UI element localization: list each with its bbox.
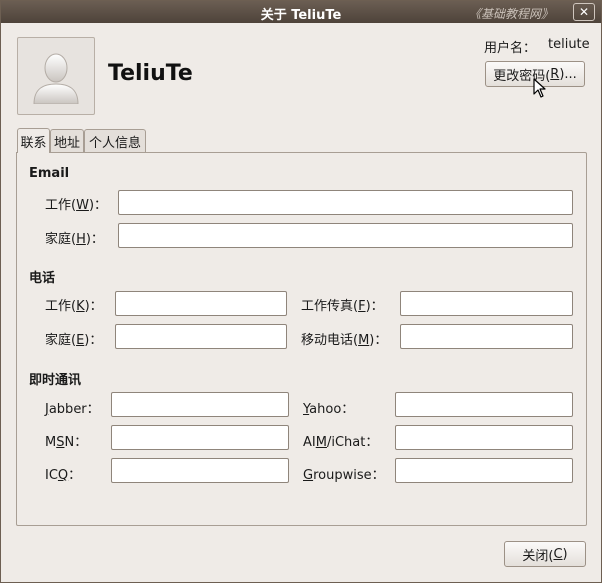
- im-yahoo-input[interactable]: [395, 392, 573, 417]
- title-bar: 关于 TeliuTe 《基础教程网》 ✕: [1, 1, 601, 23]
- watermark-text: 《基础教程网》: [468, 7, 553, 21]
- email-work-input[interactable]: [118, 190, 573, 215]
- about-me-dialog: 关于 TeliuTe 《基础教程网》 ✕ TeliuTe 用户名： teliut…: [0, 0, 602, 583]
- username-value: teliute: [548, 37, 590, 52]
- im-aim-label: AIM/iChat：: [303, 435, 379, 450]
- close-dialog-button[interactable]: 关闭(C): [504, 541, 586, 567]
- tab-contact[interactable]: 联系: [17, 128, 50, 153]
- person-silhouette-icon: [33, 53, 79, 104]
- window-close-button[interactable]: ✕: [573, 3, 595, 21]
- phone-work-label: 工作(K)：: [45, 299, 103, 314]
- phone-work-fax-label: 工作传真(F)：: [301, 299, 384, 314]
- close-icon: ✕: [578, 5, 590, 19]
- mouse-pointer-icon: [533, 78, 546, 98]
- email-home-label: 家庭(H)：: [45, 232, 104, 247]
- phone-work-fax-input[interactable]: [400, 291, 573, 316]
- display-name: TeliuTe: [108, 61, 193, 86]
- phone-section-title: 电话: [29, 271, 56, 286]
- tab-address[interactable]: 地址: [50, 129, 84, 153]
- email-section-title: Email: [29, 166, 70, 181]
- im-msn-label: MSN：: [45, 435, 88, 450]
- phone-mobile-label: 移动电话(M)：: [301, 333, 388, 348]
- email-home-input[interactable]: [118, 223, 573, 248]
- im-aim-input[interactable]: [395, 425, 573, 450]
- phone-work-input[interactable]: [115, 291, 287, 316]
- phone-home-input[interactable]: [115, 324, 287, 349]
- im-icq-input[interactable]: [111, 458, 289, 483]
- im-groupwise-input[interactable]: [395, 458, 573, 483]
- im-jabber-label: Jabber：: [45, 402, 100, 417]
- im-yahoo-label: Yahoo：: [303, 402, 355, 417]
- phone-mobile-input[interactable]: [400, 324, 573, 349]
- im-groupwise-label: Groupwise：: [303, 468, 385, 483]
- phone-home-label: 家庭(E)：: [45, 333, 103, 348]
- email-work-label: 工作(W)：: [45, 198, 108, 213]
- tab-personal-info[interactable]: 个人信息: [84, 129, 146, 153]
- im-section-title: 即时通讯: [29, 373, 82, 388]
- avatar[interactable]: [17, 37, 95, 115]
- username-label: 用户名：: [484, 41, 537, 56]
- im-jabber-input[interactable]: [111, 392, 289, 417]
- im-icq-label: ICQ：: [45, 468, 82, 483]
- im-msn-input[interactable]: [111, 425, 289, 450]
